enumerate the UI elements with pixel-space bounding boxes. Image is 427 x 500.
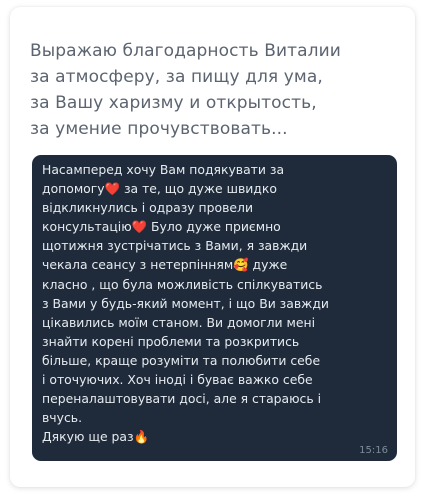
message-line: з Вами у будь-який момент, і що Ви завжд… — [42, 295, 329, 311]
message-line: консультацію❤️ Було дуже приємно — [42, 219, 281, 235]
review-line: за умение прочувствовать... — [30, 119, 288, 139]
review-line: за атмосферу, за пищу для ума, — [30, 67, 323, 87]
message-screenshot: Насамперед хочу Вам подякувати за допомо… — [32, 155, 397, 461]
review-line: за Вашу харизму и открытость, — [30, 93, 317, 113]
message-text: Насамперед хочу Вам подякувати за допомо… — [42, 160, 392, 446]
message-line: відкликнулись і одразу провели — [42, 200, 254, 216]
message-line: Насамперед хочу Вам подякувати за — [42, 162, 285, 177]
message-line: і оточуючих. Хоч іноді і буває важко себ… — [42, 372, 313, 388]
message-line: класно , що була можливість спілкуватись — [42, 276, 323, 292]
message-timestamp: 15:16 — [359, 445, 388, 456]
message-line: Дякую ще раз🔥 — [42, 429, 150, 445]
review-card: Выражаю благодарность Виталии за атмосфе… — [10, 7, 415, 487]
review-line: Выражаю благодарность Виталии — [30, 41, 341, 61]
message-line: цікавились моїм станом. Ви домогли мені — [42, 314, 316, 330]
message-line: більше, краще розуміти та полюбити себе — [42, 352, 321, 368]
message-line: переналаштовувати досі, але я стараюсь і — [42, 391, 322, 407]
message-line: щотижня зустрічатись з Вами, я завжди — [42, 238, 308, 254]
message-line: вчусь. — [42, 410, 83, 426]
message-line: допомогу❤️ за те, що дуже швидко — [42, 181, 277, 197]
message-line: чекала сеансу з нетерпінням🥰 дуже — [42, 257, 288, 273]
review-text: Выражаю благодарность Виталии за атмосфе… — [30, 38, 405, 142]
message-line: знайти корені проблеми та розкритись — [42, 333, 300, 349]
